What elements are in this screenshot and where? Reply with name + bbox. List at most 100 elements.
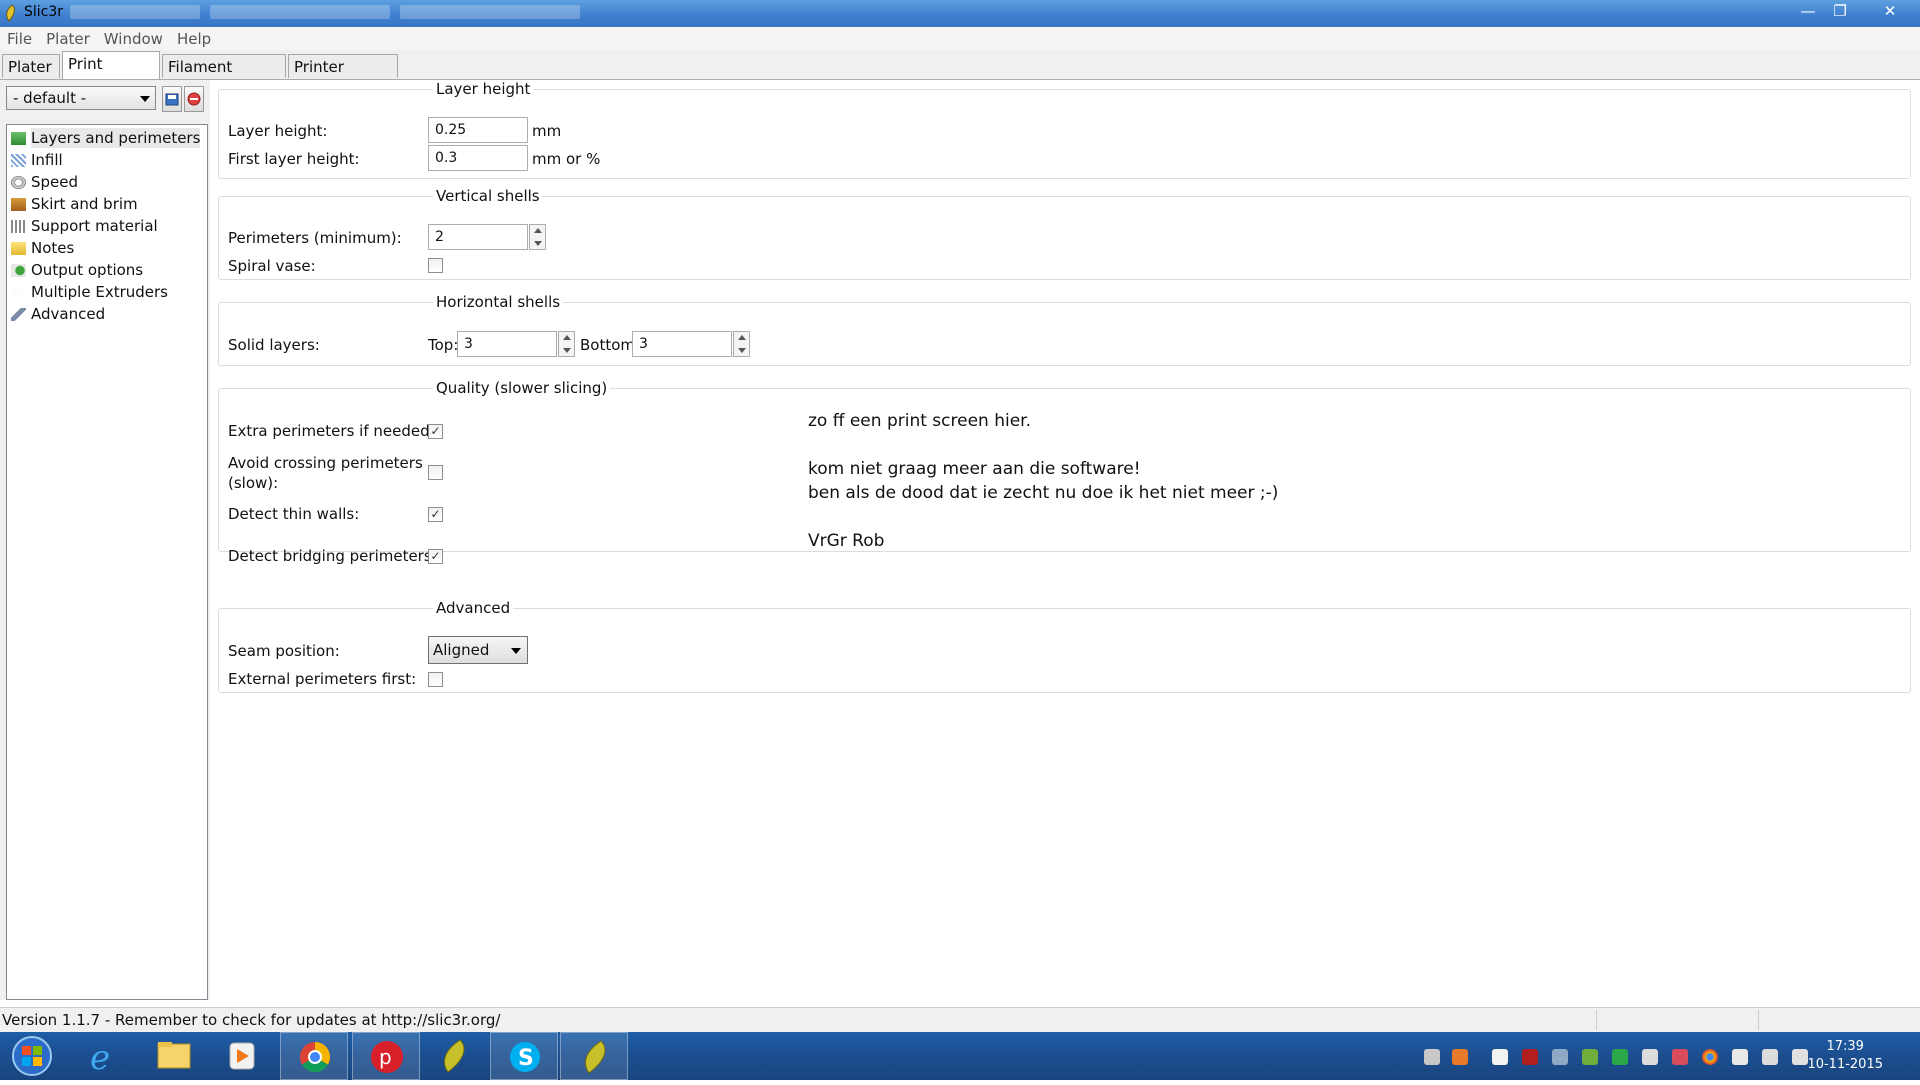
spiral-vase-label: Spiral vase: xyxy=(228,257,316,275)
background-tab-ghost xyxy=(70,5,200,19)
network-warning-icon[interactable] xyxy=(1732,1049,1748,1065)
tree-item-output-options[interactable]: Output options xyxy=(11,260,143,280)
preset-select[interactable]: - default - xyxy=(6,86,156,110)
tree-item-support-material[interactable]: Support material xyxy=(11,216,158,236)
clock[interactable]: 17:39 10-11-2015 xyxy=(1807,1038,1883,1074)
solid-layers-top-spinner[interactable] xyxy=(558,331,575,357)
output-icon xyxy=(11,264,26,277)
tree-item-skirt-brim[interactable]: Skirt and brim xyxy=(11,194,138,214)
menu-window[interactable]: Window xyxy=(97,27,170,51)
perimeters-label: Perimeters (minimum): xyxy=(228,229,402,247)
background-tab-ghost xyxy=(210,5,390,19)
tree-item-label: Notes xyxy=(31,239,75,257)
menu-plater[interactable]: Plater xyxy=(39,27,97,51)
solid-layers-bottom-input[interactable]: 3 xyxy=(632,331,732,357)
tab-printer-settings[interactable]: Printer Settings xyxy=(288,54,398,100)
save-icon xyxy=(165,93,179,106)
p-app-icon: p xyxy=(371,1041,403,1073)
taskbar-slic3r-active[interactable] xyxy=(560,1032,628,1080)
bridging-checkbox[interactable]: ✓ xyxy=(428,549,443,564)
save-preset-button[interactable] xyxy=(162,86,182,112)
keyboard-icon[interactable] xyxy=(1424,1049,1440,1065)
note-signature: VrGr Rob xyxy=(808,531,885,551)
seam-position-select[interactable]: Aligned xyxy=(428,636,528,664)
tab-plater[interactable]: Plater xyxy=(2,54,60,78)
preset-value: - default - xyxy=(13,89,87,107)
taskbar-slic3r[interactable] xyxy=(420,1032,488,1080)
taskbar-p-app[interactable]: p xyxy=(352,1032,420,1080)
tray-app-icon[interactable] xyxy=(1452,1049,1468,1065)
layer-height-input[interactable]: 0.25 xyxy=(428,117,528,143)
tray-update-icon[interactable] xyxy=(1582,1049,1598,1065)
tree-item-label: Skirt and brim xyxy=(31,195,138,213)
seam-position-label: Seam position: xyxy=(228,642,340,660)
tree-item-advanced[interactable]: Advanced xyxy=(11,304,105,324)
solid-layers-top-input[interactable]: 3 xyxy=(457,331,557,357)
tree-item-label: Output options xyxy=(31,261,144,279)
start-button[interactable] xyxy=(0,1032,64,1080)
minimize-icon[interactable]: — xyxy=(1790,0,1826,22)
tree-item-label: Infill xyxy=(31,151,63,169)
notification-bell-icon[interactable] xyxy=(1552,1049,1568,1065)
taskbar-media-player[interactable] xyxy=(208,1032,276,1080)
tree-item-layers-perimeters[interactable]: Layers and perimeters xyxy=(11,128,201,148)
first-layer-height-label: First layer height: xyxy=(228,150,360,168)
action-center-icon[interactable] xyxy=(1762,1049,1778,1065)
slic3r-icon xyxy=(584,1040,606,1074)
tab-print-settings[interactable]: Print Settings xyxy=(62,51,160,97)
file-explorer-icon xyxy=(157,1042,191,1069)
avoid-crossing-checkbox[interactable] xyxy=(428,465,443,480)
thin-walls-checkbox[interactable]: ✓ xyxy=(428,507,443,522)
extra-perimeters-checkbox[interactable]: ✓ xyxy=(428,424,443,439)
tree-item-label: Layers and perimeters xyxy=(31,128,201,148)
maximize-icon[interactable]: ❐ xyxy=(1822,0,1858,22)
window-title: Slic3r xyxy=(24,4,64,20)
menu-help[interactable]: Help xyxy=(170,27,218,51)
group-title: Advanced xyxy=(433,599,514,617)
security-shield-icon[interactable] xyxy=(1612,1049,1628,1065)
spiral-vase-checkbox[interactable] xyxy=(428,258,443,273)
solid-layers-label: Solid layers: xyxy=(228,336,320,354)
chevron-down-icon xyxy=(511,648,521,654)
group-title: Horizontal shells xyxy=(433,293,564,311)
status-text: Version 1.1.7 - Remember to check for up… xyxy=(2,1011,501,1029)
taskbar-chrome[interactable] xyxy=(280,1032,348,1080)
wrench-icon xyxy=(11,308,26,321)
note-line: kom niet graag meer aan die software! xyxy=(808,459,1141,479)
tree-item-label: Support material xyxy=(31,217,158,235)
menu-bar: File Plater Window Help xyxy=(0,27,1920,50)
tree-item-speed[interactable]: Speed xyxy=(11,172,78,192)
delete-preset-button[interactable] xyxy=(184,86,204,112)
perimeters-input[interactable]: 2 xyxy=(428,224,528,250)
avoid-crossing-label-line2: (slow): xyxy=(228,474,279,492)
tree-item-notes[interactable]: Notes xyxy=(11,238,74,258)
tray-cloud-icon[interactable] xyxy=(1642,1049,1658,1065)
taskbar-internet-explorer[interactable]: e xyxy=(70,1032,138,1080)
speed-icon xyxy=(11,176,26,189)
volume-icon[interactable] xyxy=(1792,1049,1808,1065)
close-icon[interactable]: ✕ xyxy=(1872,0,1908,22)
infill-icon xyxy=(11,154,26,167)
external-perimeters-checkbox[interactable] xyxy=(428,672,443,687)
pdf-icon[interactable] xyxy=(1522,1049,1538,1065)
settings-panel: Layer height Layer height: 0.25 mm First… xyxy=(210,80,1920,1000)
perimeters-spinner[interactable] xyxy=(529,224,546,250)
menu-file[interactable]: File xyxy=(0,27,39,51)
status-divider xyxy=(1596,1010,1597,1030)
chrome-tray-icon[interactable] xyxy=(1702,1049,1718,1065)
windows-flag-icon[interactable] xyxy=(1492,1049,1508,1065)
solid-layers-bottom-spinner[interactable] xyxy=(733,331,750,357)
taskbar: e p S 17:39 10-11-2015 xyxy=(0,1032,1920,1080)
taskbar-file-explorer[interactable] xyxy=(140,1032,208,1080)
first-layer-height-input[interactable]: 0.3 xyxy=(428,145,528,171)
taskbar-skype[interactable]: S xyxy=(490,1032,558,1080)
tab-bar: Plater Print Settings Filament Settings … xyxy=(0,50,1920,100)
tab-filament-settings[interactable]: Filament Settings xyxy=(162,54,286,100)
tree-item-infill[interactable]: Infill xyxy=(11,150,63,170)
tree-item-multiple-extruders[interactable]: Multiple Extruders xyxy=(11,282,168,302)
settings-tree: Layers and perimeters Infill Speed Skirt… xyxy=(6,124,208,1000)
tray-network-icon[interactable] xyxy=(1672,1049,1688,1065)
avoid-crossing-label-line1: Avoid crossing perimeters xyxy=(228,454,423,472)
skype-icon: S xyxy=(510,1042,540,1072)
first-layer-height-unit: mm or % xyxy=(532,150,601,168)
